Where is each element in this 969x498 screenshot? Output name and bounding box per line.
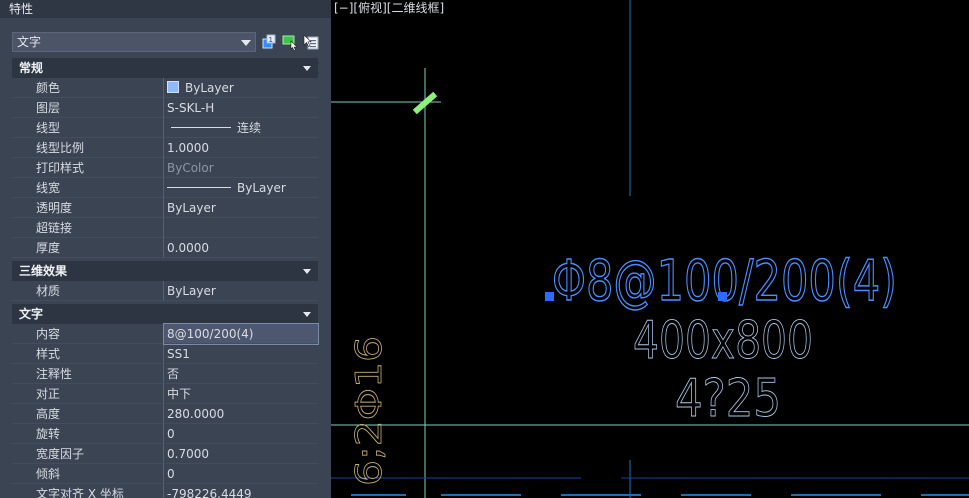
property-name: 宽度因子	[12, 444, 164, 464]
property-name: 旋转	[12, 424, 164, 444]
property-value[interactable]: SS1	[164, 344, 318, 364]
property-value[interactable]: 否	[164, 364, 318, 384]
property-name: 线宽	[12, 178, 164, 198]
color-swatch-icon	[167, 81, 179, 93]
property-row-height[interactable]: 高度 280.0000	[12, 404, 318, 424]
object-selector-row: 文字 1	[0, 30, 331, 54]
property-name: 打印样式	[12, 158, 164, 178]
property-name: 线型比例	[12, 138, 164, 158]
selection-grip-left[interactable]	[545, 292, 554, 301]
property-value[interactable]: 0	[164, 424, 318, 444]
properties-palette: 特性 文字 1 常规 颜色 ByLayer 图层 S-SKL-H 线型 连续 线…	[0, 0, 331, 498]
property-name: 厚度	[12, 238, 164, 258]
property-value[interactable]	[164, 218, 318, 238]
property-row-plot-style[interactable]: 打印样式 ByColor	[12, 158, 318, 178]
palette-title: 特性	[0, 0, 331, 18]
property-name: 材质	[12, 281, 164, 301]
contents-input[interactable]: 8@100/200(4)	[163, 323, 319, 345]
stirrup-text-selected[interactable]: Φ8@100/200(4)	[551, 248, 897, 314]
property-value[interactable]: 连续	[164, 118, 318, 138]
property-row-transparency[interactable]: 透明度 ByLayer	[12, 198, 318, 218]
property-name: 样式	[12, 344, 164, 364]
chevron-down-icon	[241, 40, 251, 46]
select-objects-icon[interactable]	[281, 33, 299, 51]
property-row-layer[interactable]: 图层 S-SKL-H	[12, 98, 318, 118]
property-name: 内容	[12, 324, 164, 344]
property-value[interactable]: -798226.4449	[164, 484, 318, 498]
property-row-rotation[interactable]: 旋转 0	[12, 424, 318, 444]
property-value[interactable]: 0.7000	[164, 444, 318, 464]
property-name: 倾斜	[12, 464, 164, 484]
svg-text:1: 1	[269, 36, 273, 44]
property-name: 线型	[12, 118, 164, 138]
linetype-sample	[171, 127, 231, 128]
property-value[interactable]: 1.0000	[164, 138, 318, 158]
property-value[interactable]: ByLayer	[164, 178, 318, 198]
object-type-value: 文字	[17, 35, 42, 49]
property-value[interactable]: ByLayer	[164, 78, 318, 98]
section-3d-effects[interactable]: 三维效果	[12, 261, 318, 281]
collapse-arrow-icon	[303, 269, 311, 274]
property-value[interactable]: ByLayer	[164, 281, 318, 301]
property-row-obliquing[interactable]: 倾斜 0	[12, 464, 318, 484]
property-row-thickness[interactable]: 厚度 0.0000	[12, 238, 318, 258]
property-name: 颜色	[12, 78, 164, 98]
color-value: ByLayer	[185, 81, 234, 95]
object-type-dropdown[interactable]: 文字	[12, 32, 256, 52]
property-name: 高度	[12, 404, 164, 424]
property-name: 文字对齐 X 坐标	[12, 484, 164, 498]
property-row-annotative[interactable]: 注释性 否	[12, 364, 318, 384]
section-title: 文字	[19, 307, 44, 321]
collapse-arrow-icon	[303, 312, 311, 317]
property-value[interactable]: ByLayer	[164, 198, 318, 218]
property-name: 注释性	[12, 364, 164, 384]
property-value[interactable]: 280.0000	[164, 404, 318, 424]
properties-list: 常规 颜色 ByLayer 图层 S-SKL-H 线型 连续 线型比例 1.00…	[12, 58, 319, 498]
property-row-style[interactable]: 样式 SS1	[12, 344, 318, 364]
selection-grip-center[interactable]	[718, 292, 727, 301]
drawing-canvas: 6;2Φ16 Φ8@100/200(4) 400x800 4?25	[331, 0, 969, 498]
section-title: 常规	[19, 61, 44, 75]
property-row-contents[interactable]: 内容 8@100/200(4)	[12, 323, 319, 345]
property-name: 透明度	[12, 198, 164, 218]
property-value[interactable]: 0	[164, 464, 318, 484]
property-value: ByColor	[164, 158, 318, 178]
section-size-text[interactable]: 400x800	[633, 311, 814, 372]
property-value[interactable]: 中下	[164, 384, 318, 404]
property-name: 超链接	[12, 218, 164, 238]
section-title: 三维效果	[19, 264, 68, 278]
property-row-linetype[interactable]: 线型 连续	[12, 118, 318, 138]
property-row-align-x[interactable]: 文字对齐 X 坐标 -798226.4449	[12, 484, 318, 498]
lineweight-value: ByLayer	[237, 181, 286, 195]
property-value[interactable]: S-SKL-H	[164, 98, 318, 118]
property-row-material[interactable]: 材质 ByLayer	[12, 281, 318, 301]
section-general[interactable]: 常规	[12, 58, 318, 78]
bottom-bars-text[interactable]: 4?25	[675, 369, 782, 430]
property-row-width-factor[interactable]: 宽度因子 0.7000	[12, 444, 318, 464]
property-value[interactable]: 0.0000	[164, 238, 318, 258]
lineweight-sample	[167, 187, 231, 188]
property-row-color[interactable]: 颜色 ByLayer	[12, 78, 318, 98]
drawing-viewport[interactable]: [−][俯视][二维线框] 6;2Φ16 Φ8@100/200(4) 400x8…	[331, 0, 969, 498]
toggle-pickadd-icon[interactable]: 1	[260, 33, 278, 51]
property-row-justify[interactable]: 对正 中下	[12, 384, 318, 404]
property-name: 图层	[12, 98, 164, 118]
collapse-arrow-icon	[303, 66, 311, 71]
linetype-value: 连续	[237, 121, 262, 135]
property-name: 对正	[12, 384, 164, 404]
section-text[interactable]: 文字	[12, 304, 318, 324]
side-bars-text[interactable]: 6;2Φ16	[349, 336, 391, 487]
property-row-lineweight[interactable]: 线宽 ByLayer	[12, 178, 318, 198]
quick-select-icon[interactable]	[302, 33, 320, 51]
property-row-linetype-scale[interactable]: 线型比例 1.0000	[12, 138, 318, 158]
property-row-hyperlink[interactable]: 超链接	[12, 218, 318, 238]
